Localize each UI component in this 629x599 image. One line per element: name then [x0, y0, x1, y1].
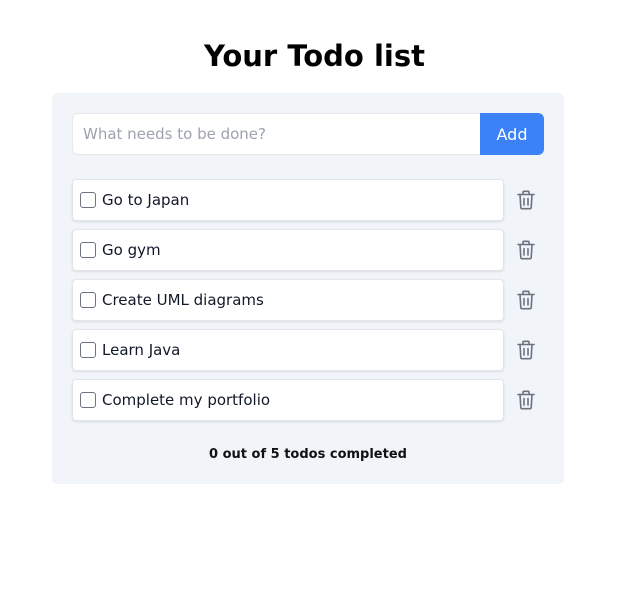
delete-todo-button[interactable] — [513, 187, 539, 213]
todo-item[interactable]: Create UML diagrams — [72, 279, 504, 321]
trash-icon — [517, 390, 535, 410]
todo-row: Create UML diagrams — [72, 279, 544, 321]
todo-item[interactable]: Complete my portfolio — [72, 379, 504, 421]
todo-item[interactable]: Go gym — [72, 229, 504, 271]
checkbox-unchecked-icon[interactable] — [80, 342, 96, 358]
todo-card: Add Go to Japan — [52, 93, 564, 484]
trash-icon — [517, 240, 535, 260]
todo-row: Go gym — [72, 229, 544, 271]
trash-icon — [517, 190, 535, 210]
todo-text: Create UML diagrams — [102, 291, 264, 309]
add-todo-form: Add — [72, 113, 544, 155]
todo-text: Complete my portfolio — [102, 391, 271, 409]
checkbox-unchecked-icon[interactable] — [80, 192, 96, 208]
completion-summary: 0 out of 5 todos completed — [209, 447, 407, 462]
todo-list: Go to Japan Go gym Create UML diagrams L… — [72, 179, 544, 429]
delete-todo-button[interactable] — [513, 237, 539, 263]
trash-icon — [517, 340, 535, 360]
todo-item[interactable]: Learn Java — [72, 329, 504, 371]
todo-text: Learn Java — [102, 341, 181, 359]
add-button[interactable]: Add — [480, 113, 544, 155]
checkbox-unchecked-icon[interactable] — [80, 292, 96, 308]
page-title: Your Todo list — [204, 39, 425, 73]
delete-todo-button[interactable] — [513, 337, 539, 363]
todo-row: Complete my portfolio — [72, 379, 544, 421]
todo-row: Learn Java — [72, 329, 544, 371]
todo-text: Go gym — [102, 241, 161, 259]
todo-app: Your Todo list Add Go to Japan — [0, 0, 629, 599]
delete-todo-button[interactable] — [513, 387, 539, 413]
checkbox-unchecked-icon[interactable] — [80, 392, 96, 408]
trash-icon — [517, 290, 535, 310]
checkbox-unchecked-icon[interactable] — [80, 242, 96, 258]
todo-text: Go to Japan — [102, 191, 190, 209]
todo-item[interactable]: Go to Japan — [72, 179, 504, 221]
new-todo-input[interactable] — [72, 113, 480, 155]
todo-row: Go to Japan — [72, 179, 544, 221]
delete-todo-button[interactable] — [513, 287, 539, 313]
